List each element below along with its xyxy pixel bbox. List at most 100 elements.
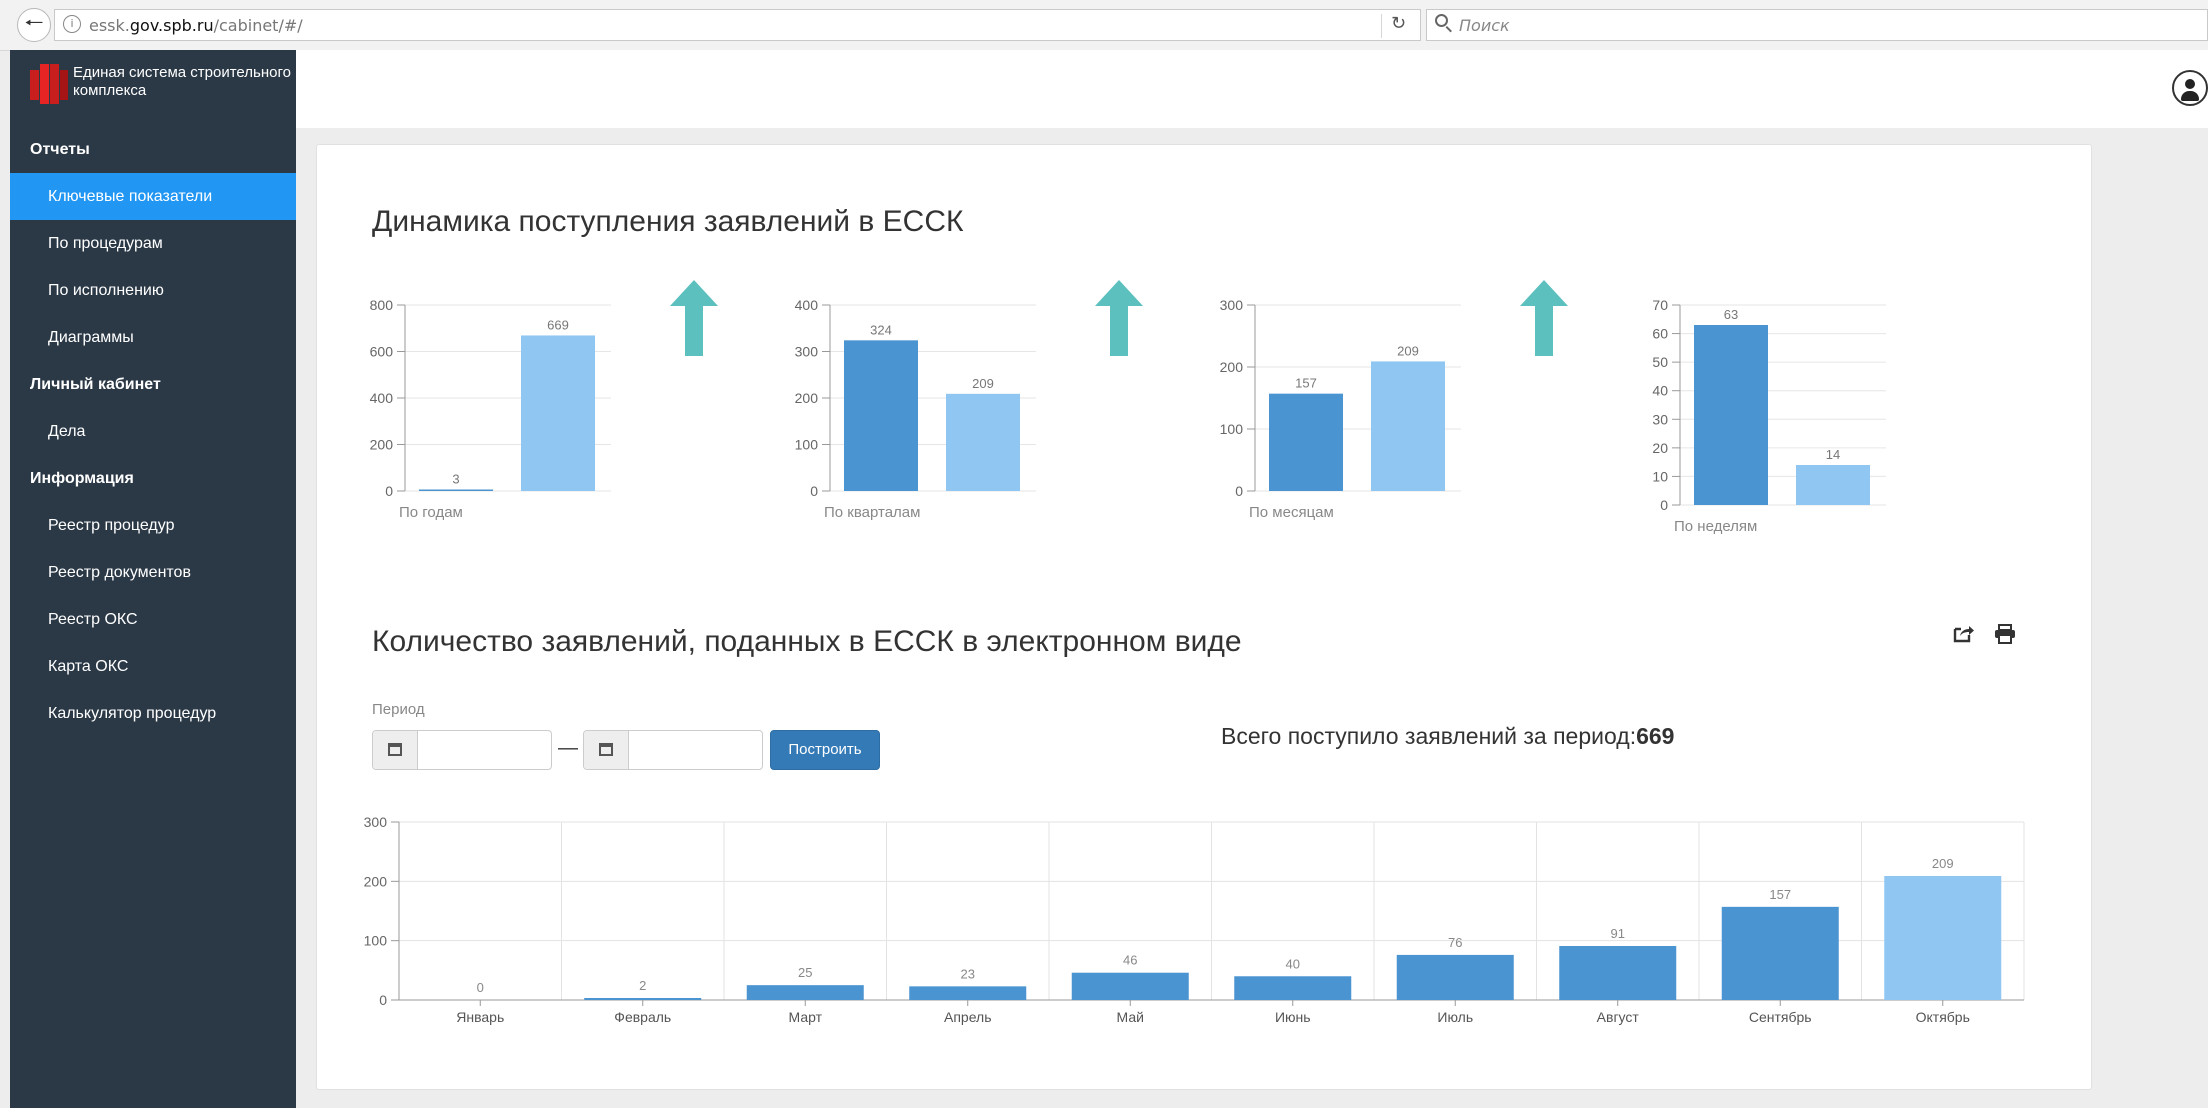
- bar: [1234, 976, 1352, 1000]
- nav-item-oks-map[interactable]: Карта ОКС: [10, 643, 296, 690]
- bar: [521, 335, 595, 491]
- y-tick-label: 60: [1652, 326, 1668, 342]
- y-tick-label: 400: [370, 390, 394, 406]
- total-label: Всего поступило заявлений за период:: [1221, 723, 1637, 749]
- bar: [1371, 361, 1445, 491]
- bar: [584, 998, 702, 1000]
- y-tick-label: 100: [795, 437, 819, 453]
- bar: [1694, 325, 1768, 505]
- url-text: essk.gov.spb.ru/cabinet/#/: [89, 16, 303, 35]
- nav-section-reports: Отчеты: [30, 141, 90, 158]
- date-to-input[interactable]: [629, 731, 763, 771]
- bar: [746, 985, 864, 1000]
- address-bar[interactable]: i essk.gov.spb.ru/cabinet/#/ ↻: [54, 9, 1421, 41]
- search-icon: [1435, 14, 1448, 27]
- y-tick-label: 600: [370, 344, 394, 360]
- calendar-button[interactable]: [584, 731, 629, 769]
- nav-item-document-registry[interactable]: Реестр документов: [10, 549, 296, 596]
- bar: [1071, 972, 1189, 1000]
- data-label: 63: [1724, 307, 1738, 322]
- y-tick-label: 0: [1235, 483, 1243, 499]
- date-from-input[interactable]: [418, 731, 552, 771]
- nav-item-oks-registry[interactable]: Реестр ОКС: [10, 596, 296, 643]
- x-axis-label: По неделям: [1674, 518, 1757, 535]
- monthly-chart-svg: 0 100 200 300 0 Январь 2 Февраль 25 Март 23 Апрель 4…: [364, 814, 2025, 1025]
- user-profile-icon[interactable]: [2172, 70, 2208, 106]
- data-label: 23: [961, 966, 975, 981]
- x-tick-label: Июнь: [1275, 1009, 1311, 1025]
- essk-logo[interactable]: [30, 62, 68, 106]
- chart-by-months: 0 100 200 300 157 209 По месяцам: [1207, 290, 1517, 546]
- search-placeholder: Поиск: [1459, 16, 1510, 35]
- nav-item-by-procedures[interactable]: По процедурам: [10, 220, 296, 267]
- nav-section-information: Информация: [30, 470, 134, 487]
- browser-toolbar: 🠐 i essk.gov.spb.ru/cabinet/#/ ↻ Поиск: [0, 0, 2208, 51]
- print-icon[interactable]: [1994, 624, 2016, 644]
- data-label: 14: [1826, 447, 1840, 462]
- bar: [1269, 393, 1343, 491]
- calendar-icon: [599, 743, 613, 756]
- y-tick-label: 300: [795, 344, 819, 360]
- x-tick-label: Июль: [1437, 1009, 1473, 1025]
- bar: [909, 986, 1027, 1000]
- sidebar: Единая система строительного комплекса О…: [10, 50, 296, 1108]
- logo-text: Единая система строительного комплекса: [73, 64, 291, 99]
- content-card: Динамика поступления заявлений в ЕССК 0 2…: [316, 144, 2092, 1090]
- x-axis-label: По кварталам: [824, 504, 920, 521]
- y-tick-label: 10: [1652, 468, 1668, 484]
- chart-by-years: 0 200 400 600 800 3 669 По годам: [357, 290, 667, 546]
- chart-by-weeks: 0 10 20 30 40 50 60 70 63 14 По неделям: [1632, 290, 1942, 560]
- date-to-field[interactable]: [583, 730, 763, 771]
- info-icon[interactable]: i: [63, 15, 81, 33]
- x-tick-label: Сентябрь: [1749, 1009, 1812, 1025]
- top-bar: [296, 50, 2208, 128]
- build-button[interactable]: Построить: [770, 730, 880, 770]
- data-label: 76: [1448, 935, 1462, 950]
- y-tick-label: 800: [370, 297, 394, 313]
- y-tick-label: 30: [1652, 411, 1668, 427]
- y-tick-label: 300: [1220, 297, 1244, 313]
- reload-icon[interactable]: ↻: [1391, 13, 1406, 34]
- x-tick-label: Май: [1117, 1009, 1144, 1025]
- browser-search-box[interactable]: Поиск: [1426, 9, 2208, 41]
- y-tick-label: 40: [1652, 383, 1668, 399]
- trend-up-arrow-icon: [1520, 280, 1568, 356]
- y-tick-label: 0: [810, 483, 818, 499]
- nav-item-procedure-calculator[interactable]: Калькулятор процедур: [10, 690, 296, 737]
- data-label: 0: [477, 980, 484, 995]
- applications-title: Количество заявлений, поданных в ЕССК в …: [372, 625, 1242, 658]
- share-icon[interactable]: [1953, 623, 1975, 643]
- date-from-field[interactable]: [372, 730, 552, 771]
- trend-up-arrow-icon: [1095, 280, 1143, 356]
- nav-section-cabinet: Личный кабинет: [30, 376, 161, 393]
- x-tick-label: Март: [789, 1009, 823, 1025]
- data-label: 209: [1397, 343, 1419, 358]
- x-axis-label: По месяцам: [1249, 504, 1334, 521]
- y-tick-label: 200: [1220, 359, 1244, 375]
- nav-item-cases[interactable]: Дела: [10, 408, 296, 455]
- y-tick-label: 100: [1220, 421, 1244, 437]
- x-tick-label: Февраль: [614, 1009, 671, 1025]
- y-tick-label: 100: [364, 933, 388, 949]
- calendar-icon: [388, 743, 402, 756]
- total-applications: Всего поступило заявлений за период:669: [1221, 723, 1674, 750]
- y-tick-label: 300: [364, 814, 388, 830]
- nav-item-by-execution[interactable]: По исполнению: [10, 267, 296, 314]
- bar: [1796, 465, 1870, 505]
- mini-chart-svg: 0 10 20 30 40 50 60 70 63 14 По неделям: [1652, 297, 1886, 535]
- bar: [1721, 906, 1839, 1000]
- calendar-button[interactable]: [373, 731, 418, 769]
- data-label: 2: [639, 978, 646, 993]
- y-tick-label: 70: [1652, 297, 1668, 313]
- bar: [1396, 954, 1514, 1000]
- nav-item-key-indicators[interactable]: Ключевые показатели: [10, 173, 296, 220]
- trend-up-arrow-icon: [670, 280, 718, 356]
- y-tick-label: 400: [795, 297, 819, 313]
- back-arrow-icon[interactable]: 🠐: [17, 8, 51, 42]
- nav-item-diagrams[interactable]: Диаграммы: [10, 314, 296, 361]
- nav-item-procedure-registry[interactable]: Реестр процедур: [10, 502, 296, 549]
- chart-by-quarters: 0 100 200 300 400 324 209 По кварталам: [782, 290, 1092, 546]
- x-axis-label: По годам: [399, 504, 463, 521]
- bar: [1884, 875, 2002, 1000]
- y-tick-label: 0: [385, 483, 393, 499]
